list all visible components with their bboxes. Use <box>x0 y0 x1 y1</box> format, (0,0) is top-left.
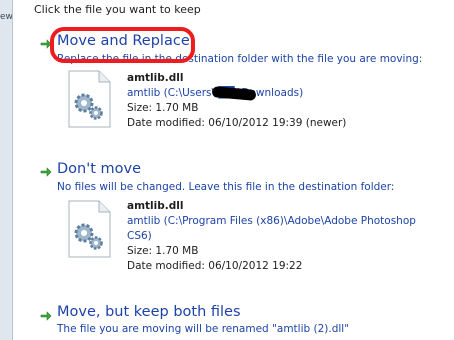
file-conflict-dialog: Click the file you want to keep Move and… <box>13 0 454 340</box>
option-description: The file you are moving will be renamed … <box>57 323 350 335</box>
file-size: Size: 1.70 MB <box>127 102 199 114</box>
option-move-and-replace[interactable]: Move and Replace Replace the file in the… <box>13 0 454 140</box>
option-description: No files will be changed. Leave this fil… <box>57 181 395 193</box>
red-highlight-annotation <box>50 27 195 63</box>
option-title[interactable]: Don't move <box>57 161 141 177</box>
dll-file-gear-icon <box>68 70 111 128</box>
background-window-edge: ew <box>0 0 13 340</box>
option-keep-both-files[interactable]: Move, but keep both files The file you a… <box>13 295 454 340</box>
option-title[interactable]: Move, but keep both files <box>57 304 241 320</box>
background-window-text: ew <box>0 12 12 22</box>
green-right-arrow-icon <box>40 311 52 321</box>
option-dont-move[interactable]: Don't move No files will be changed. Lea… <box>13 150 454 290</box>
file-size: Size: 1.70 MB <box>127 245 199 257</box>
file-path: amtlib (C:\Program Files (x86)\Adobe\Ado… <box>127 215 416 227</box>
file-details: amtlib.dll amtlib (C:\Program Files (x86… <box>127 199 416 274</box>
file-name: amtlib.dll <box>127 72 184 84</box>
green-right-arrow-icon <box>40 167 52 177</box>
file-name: amtlib.dll <box>127 200 184 212</box>
dll-file-gear-icon <box>68 200 111 258</box>
file-modified: Date modified: 06/10/2012 19:39 (newer) <box>127 117 347 129</box>
file-path-continued: CS6) <box>127 230 152 242</box>
file-modified: Date modified: 06/10/2012 19:22 <box>127 260 303 272</box>
file-details: amtlib.dll amtlib (C:\Users\ ██ \Downloa… <box>127 71 346 131</box>
